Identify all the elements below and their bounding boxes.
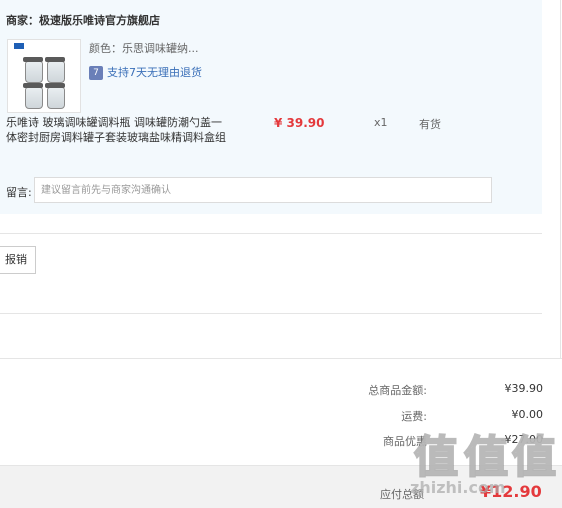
product-quantity: x1 xyxy=(374,116,388,129)
return-policy-label: 支持7天无理由退货 xyxy=(107,66,202,79)
watermark-glyph: 值 xyxy=(463,431,509,484)
seller-label: 商家： xyxy=(6,14,39,27)
stock-status: 有货 xyxy=(419,118,441,131)
divider xyxy=(0,358,562,359)
watermark-glyph: 值 xyxy=(413,431,459,484)
total-label: 总商品金额: xyxy=(368,384,427,397)
invoice-reimburse-button[interactable]: 报销 xyxy=(0,246,36,274)
order-panel: 商家：极速版乐唯诗官方旗舰店 颜色：乐思调味罐纳... 7 支持7天无理由退货 乐… xyxy=(0,0,542,214)
jar-icon xyxy=(45,57,65,83)
seller-line: 商家：极速版乐唯诗官方旗舰店 xyxy=(6,12,160,28)
divider xyxy=(0,233,542,234)
color-value: 乐思调味罐纳... xyxy=(122,42,199,55)
product-thumbnail[interactable] xyxy=(7,39,81,113)
product-title[interactable]: 乐唯诗 玻璃调味罐调料瓶 调味罐防潮勺盖一体密封厨房调料罐子套装玻璃盐味精调料盒… xyxy=(6,115,228,145)
invoice-button-label: 报销 xyxy=(5,253,27,266)
return-policy[interactable]: 7 支持7天无理由退货 xyxy=(89,64,202,80)
seven-day-return-icon: 7 xyxy=(89,66,103,80)
divider xyxy=(0,313,542,314)
watermark-text: zhizhi.com xyxy=(410,478,506,497)
watermark-glyph: 值 xyxy=(511,431,557,484)
jar-icon xyxy=(45,83,65,109)
jar-icon xyxy=(23,57,43,83)
product-price: ¥ 39.90 xyxy=(274,116,325,130)
seller-name[interactable]: 极速版乐唯诗官方旗舰店 xyxy=(39,14,160,27)
color-label: 颜色： xyxy=(89,42,122,55)
remark-label: 留言: xyxy=(6,186,32,199)
panel-border xyxy=(560,0,561,358)
total-value: ¥39.90 xyxy=(504,382,544,395)
summary-total-row: 总商品金额: ¥39.90 xyxy=(313,382,543,398)
shipping-value: ¥0.00 xyxy=(511,408,544,421)
remark-input[interactable] xyxy=(34,177,492,203)
product-color: 颜色：乐思调味罐纳... xyxy=(89,40,199,56)
jar-icon xyxy=(23,83,43,109)
brand-flag-icon xyxy=(14,43,24,49)
